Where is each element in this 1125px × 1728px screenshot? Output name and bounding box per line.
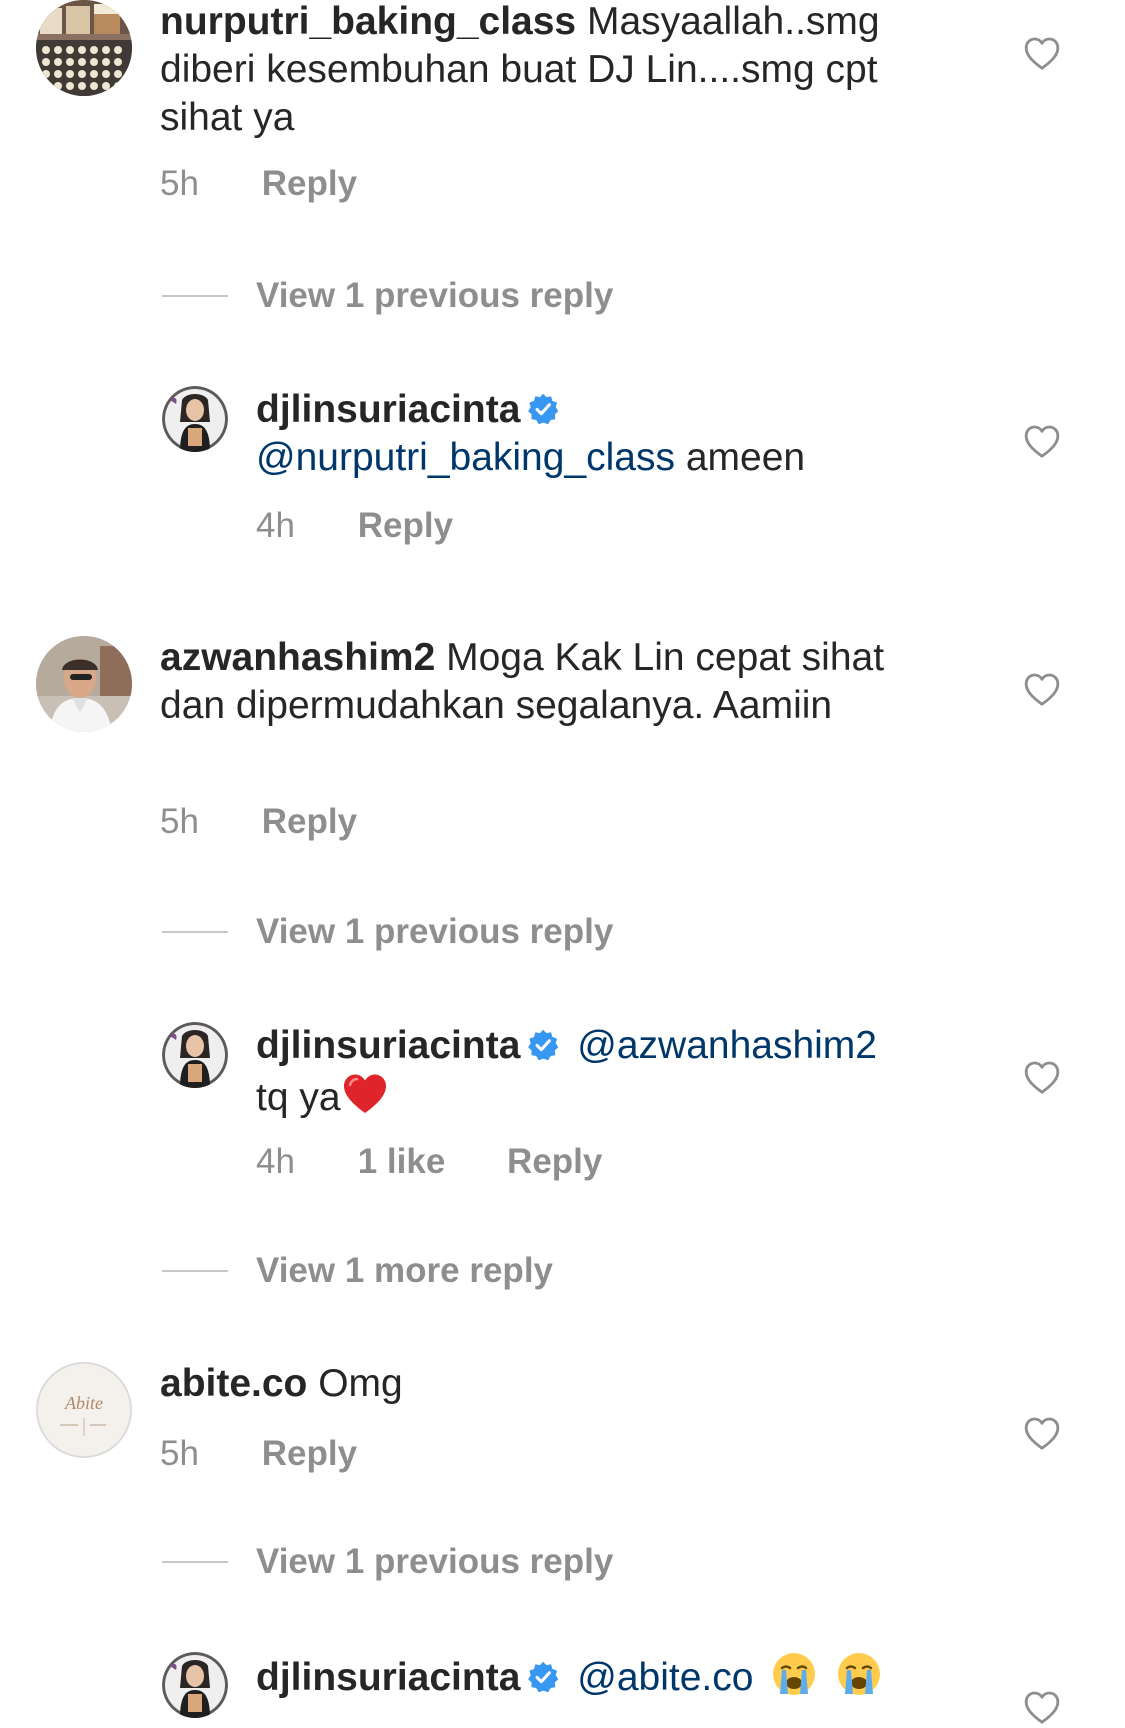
reply-text: djlinsuriacinta @azwanhashim2 tq ya (256, 1022, 976, 1122)
divider-line (162, 1270, 228, 1272)
reply-time: 4h (256, 506, 295, 545)
divider-line (162, 1561, 228, 1563)
comment-body: Omg (318, 1362, 403, 1405)
reply-text: djlinsuriacinta @abite.co (256, 1650, 976, 1702)
crying-face-icon (838, 1653, 881, 1695)
reply-username[interactable]: djlinsuriacinta (256, 1024, 520, 1067)
view-replies-label: View 1 previous reply (256, 912, 614, 951)
divider-line (162, 931, 228, 933)
comment-text: nurputri_baking_class Masyaallah..smg di… (160, 0, 940, 142)
view-replies-label: View 1 previous reply (256, 1542, 614, 1581)
divider-line (162, 295, 228, 297)
comment-time: 5h (160, 802, 199, 841)
view-previous-replies-button[interactable]: View 1 previous reply (162, 276, 613, 316)
reply-text: djlinsuriacinta @nurputri_baking_class a… (256, 386, 1036, 482)
avatar[interactable] (162, 1652, 228, 1718)
comment-time: 5h (160, 1434, 199, 1473)
view-previous-replies-button[interactable]: View 1 previous reply (162, 1542, 613, 1582)
reply-time: 4h (256, 1142, 295, 1181)
avatar[interactable] (162, 1022, 228, 1088)
view-replies-label: View 1 previous reply (256, 276, 614, 315)
reply-button[interactable]: Reply (507, 1142, 602, 1182)
avatar[interactable] (162, 386, 228, 452)
comment-username[interactable]: abite.co (160, 1362, 307, 1405)
comment-username[interactable]: nurputri_baking_class (160, 0, 576, 43)
reply-body: ameen (685, 436, 806, 479)
verified-badge-icon (528, 393, 559, 425)
red-heart-icon (343, 1074, 386, 1113)
view-replies-label: View 1 more reply (256, 1251, 554, 1290)
reply-button[interactable]: Reply (262, 802, 357, 842)
heart-icon[interactable] (1022, 670, 1062, 710)
reply-username[interactable]: djlinsuriacinta (256, 388, 520, 431)
likes-count[interactable]: 1 like (358, 1142, 446, 1182)
comment-username[interactable]: azwanhashim2 (160, 636, 435, 679)
reply-username[interactable]: djlinsuriacinta (256, 1656, 520, 1699)
mention-link[interactable]: @abite.co (577, 1656, 753, 1699)
comment-time: 5h (160, 164, 199, 203)
mention-link[interactable]: @azwanhashim2 (577, 1024, 877, 1067)
view-more-replies-button[interactable]: View 1 more reply (162, 1251, 553, 1291)
reply-meta: 4h Reply (256, 506, 453, 546)
avatar[interactable] (36, 636, 132, 732)
reply-body: tq ya (256, 1076, 341, 1119)
reply-button[interactable]: Reply (262, 1434, 357, 1474)
verified-badge-icon (528, 1029, 559, 1061)
abite-logo: Abite (64, 1393, 103, 1413)
heart-icon[interactable] (1022, 1058, 1062, 1098)
verified-badge-icon (528, 1661, 559, 1693)
reply-meta: 4h 1 like Reply (256, 1142, 602, 1182)
comment-meta: 5h Reply (160, 1434, 357, 1474)
mention-link[interactable]: @nurputri_baking_class (256, 436, 675, 479)
crying-face-icon (773, 1653, 816, 1695)
comment-meta: 5h Reply (160, 164, 357, 204)
heart-icon[interactable] (1022, 422, 1062, 462)
heart-icon[interactable] (1022, 1688, 1062, 1728)
comment-text: azwanhashim2 Moga Kak Lin cepat sihat da… (160, 634, 940, 730)
comment-text: abite.co Omg (160, 1360, 940, 1408)
comment-meta: 5h Reply (160, 802, 357, 842)
avatar[interactable] (36, 0, 132, 96)
reply-button[interactable]: Reply (358, 506, 453, 546)
heart-icon[interactable] (1022, 34, 1062, 74)
heart-icon[interactable] (1022, 1414, 1062, 1454)
reply-button[interactable]: Reply (262, 164, 357, 204)
avatar[interactable]: Abite (36, 1362, 132, 1458)
view-previous-replies-button[interactable]: View 1 previous reply (162, 912, 613, 952)
